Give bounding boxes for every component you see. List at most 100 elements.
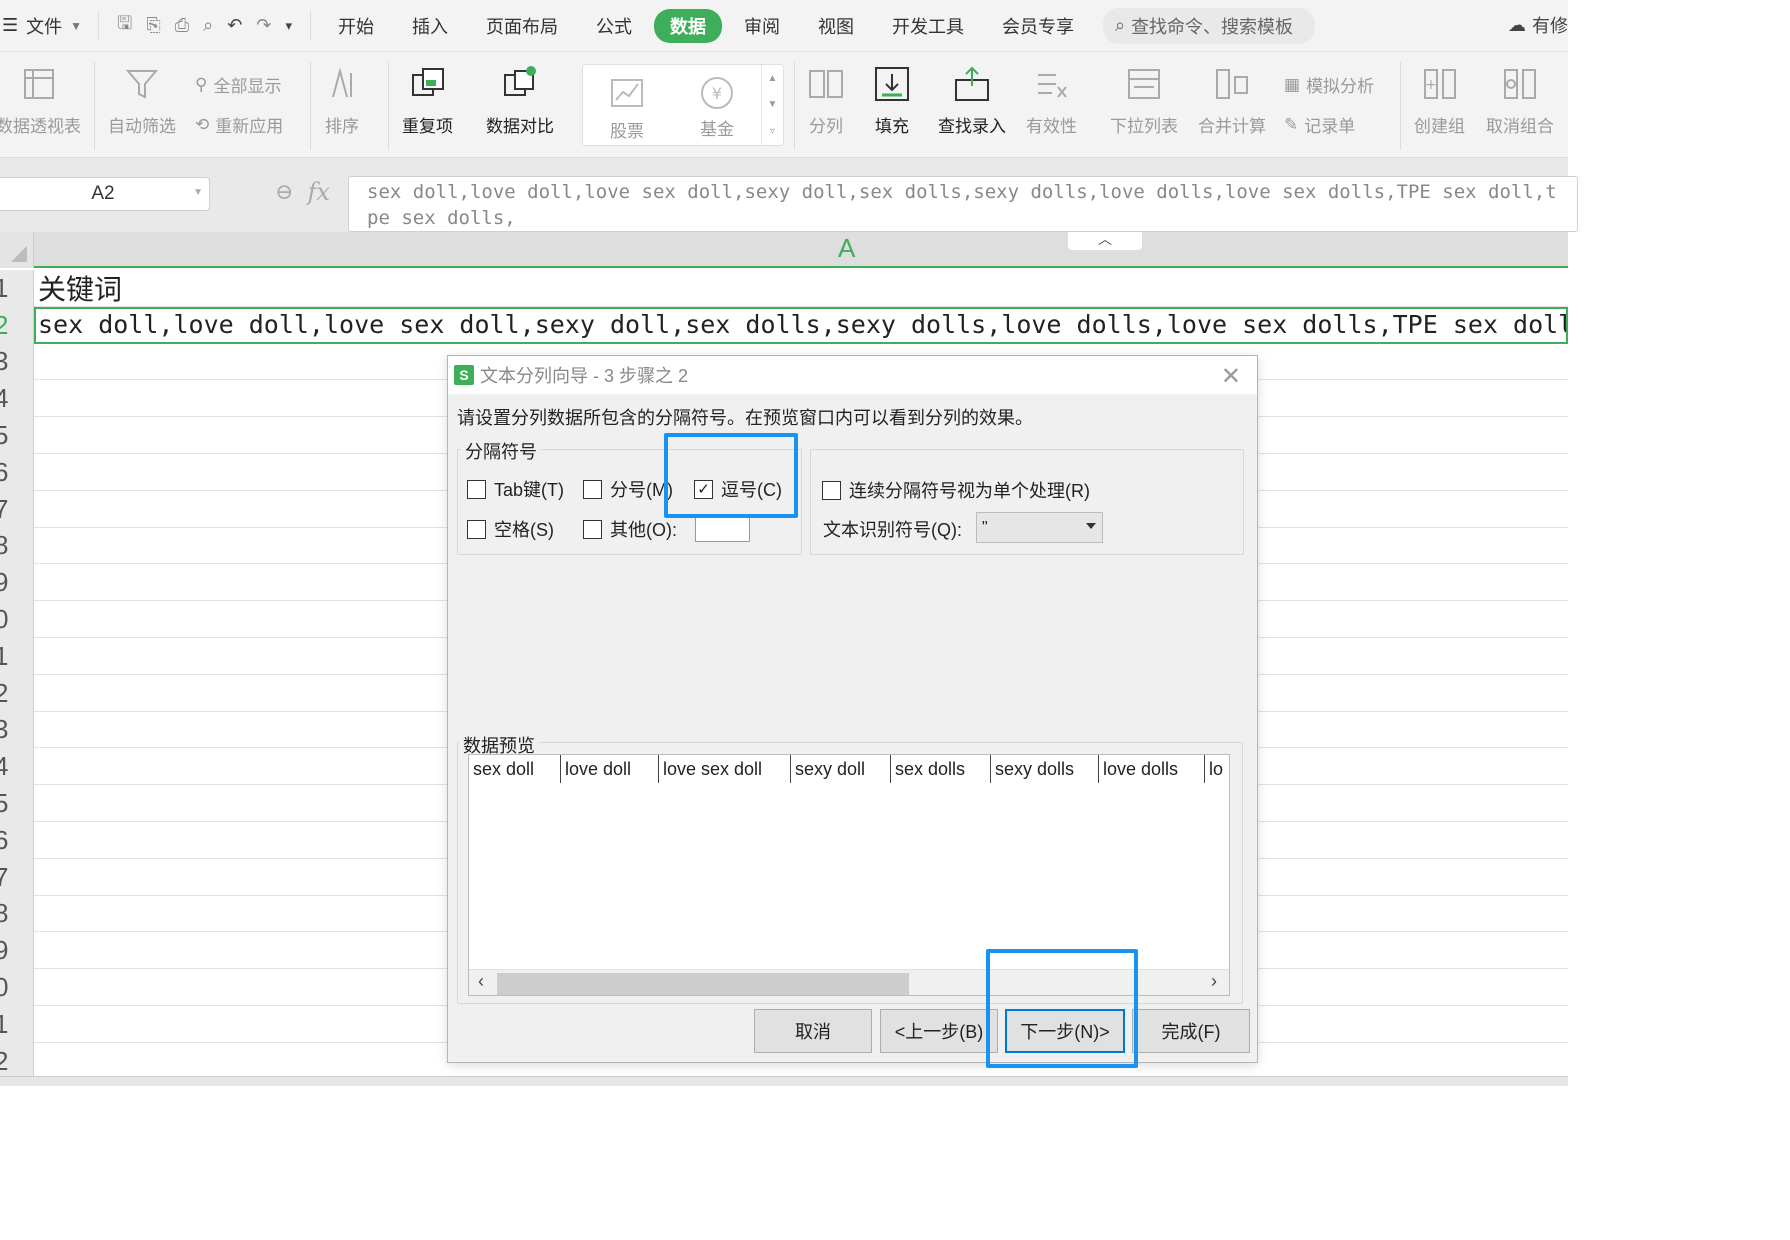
scroll-down-icon[interactable]: ▼ (768, 99, 778, 110)
row-header[interactable]: 8 (0, 896, 33, 933)
next-button[interactable]: 下一步(N)> (1005, 1009, 1125, 1053)
expand-gallery-icon[interactable]: ▿ (770, 126, 775, 137)
tab-insert[interactable]: 插入 (396, 9, 464, 43)
consecutive-checkbox[interactable]: 连续分隔符号视为单个处理(R) (822, 477, 1090, 503)
cancel-button[interactable]: 取消 (754, 1009, 872, 1053)
create-group-button[interactable]: + 创建组 (1414, 64, 1465, 137)
row-header[interactable]: 1 (0, 1006, 33, 1043)
row-header[interactable]: 7 (0, 859, 33, 896)
tab-view[interactable]: 视图 (802, 9, 870, 43)
tab-page-layout[interactable]: 页面布局 (470, 9, 574, 43)
name-box-dropdown-icon[interactable]: ▼ (193, 187, 203, 198)
file-menu[interactable]: ☰ 文件 ▼ (0, 13, 98, 39)
customize-icon[interactable]: ▾ (285, 18, 292, 34)
row-header[interactable]: 1 (0, 270, 33, 307)
tab-member[interactable]: 会员专享 (986, 9, 1090, 43)
save-icon[interactable]: 🖫 (117, 11, 132, 41)
cell-a2[interactable]: sex doll,love doll,love sex doll,sexy do… (34, 306, 1568, 344)
sort-button[interactable]: 排序 (322, 64, 362, 137)
data-compare-button[interactable]: 数据对比 (486, 64, 554, 137)
collapse-ribbon-tab[interactable]: ︿ (1068, 232, 1142, 250)
autofilter-button[interactable]: 自动筛选 (108, 64, 176, 137)
row-header[interactable]: 2 (0, 675, 33, 712)
tab-data[interactable]: 数据 (653, 8, 722, 43)
row-header[interactable]: 4 (0, 380, 33, 417)
other-checkbox[interactable]: 其他(O): (583, 516, 677, 542)
row-header[interactable]: 3 (0, 344, 33, 381)
tab-review[interactable]: 审阅 (728, 9, 796, 43)
close-icon[interactable]: ✕ (1221, 362, 1241, 391)
fill-button[interactable]: 填充 (872, 64, 912, 137)
dialog-description: 请设置分列数据所包含的分隔符号。在预览窗口内可以看到分列的效果。 (457, 408, 1033, 428)
formula-input[interactable]: sex doll,love doll,love sex doll,sexy do… (348, 176, 1578, 232)
tab-checkbox[interactable]: Tab键(T) (467, 476, 564, 502)
row-header[interactable]: 1 (0, 638, 33, 675)
duplicates-button[interactable]: 重复项 (402, 64, 453, 137)
gallery-scroller[interactable]: ▲ ▼ ▿ (761, 65, 783, 145)
preview-cell: lo (1209, 759, 1224, 779)
row-header[interactable]: 4 (0, 748, 33, 785)
comma-checkbox[interactable]: ✓ 逗号(C) (694, 476, 782, 502)
row-header[interactable]: 2 (0, 307, 33, 344)
finish-button[interactable]: 完成(F) (1132, 1009, 1250, 1053)
find-entry-button[interactable]: 查找录入 (938, 64, 1006, 137)
account-area[interactable]: ☁ 有修 (1508, 12, 1568, 38)
preview-cell: love doll (561, 755, 659, 783)
fx-icon[interactable]: fx (307, 178, 329, 206)
row-header[interactable]: 9 (0, 932, 33, 969)
row-header[interactable]: 6 (0, 454, 33, 491)
select-all-corner[interactable] (0, 232, 34, 268)
tab-developer[interactable]: 开发工具 (876, 9, 980, 43)
split-column-icon (806, 64, 846, 104)
space-checkbox[interactable]: 空格(S) (467, 516, 554, 542)
fund-label: 基金 (700, 120, 734, 139)
scroll-up-icon[interactable]: ▲ (768, 73, 778, 84)
row-header[interactable]: 3 (0, 712, 33, 749)
validity-label: 有效性 (1026, 117, 1077, 136)
fund-button[interactable]: ¥ 基金 (697, 73, 737, 140)
ungroup-button[interactable]: 取消组合 (1486, 64, 1554, 137)
scroll-right-icon[interactable]: › (1211, 971, 1217, 992)
reapply-button[interactable]: ⟲ 重新应用 (195, 112, 283, 137)
row-header[interactable]: 7 (0, 491, 33, 528)
data-preview[interactable]: sex doll love doll love sex doll sexy do… (468, 754, 1230, 996)
name-box[interactable]: A2 ▼ (0, 177, 210, 211)
funnel-icon (122, 64, 162, 104)
zoom-icon[interactable]: ⊖ (275, 180, 293, 205)
consolidate-button[interactable]: 合并计算 (1198, 64, 1266, 137)
row-header[interactable]: 0 (0, 601, 33, 638)
validity-button[interactable]: 有效性 (1026, 64, 1077, 137)
other-delimiter-input[interactable] (695, 514, 750, 542)
redo-icon[interactable]: ↷ (256, 15, 271, 36)
record-form-button[interactable]: ✎ 记录单 (1284, 112, 1355, 137)
undo-icon[interactable]: ↶ (227, 15, 242, 36)
command-search[interactable]: ⌕ 查找命令、搜索模板 (1102, 7, 1315, 44)
row-header[interactable]: 9 (0, 564, 33, 601)
print-icon[interactable]: ⎙ (175, 15, 189, 36)
format-painter-icon[interactable]: ⎘ (146, 15, 160, 36)
tab-formulas[interactable]: 公式 (580, 9, 648, 43)
row-header[interactable]: 0 (0, 969, 33, 1006)
row-header[interactable]: 2 (0, 1043, 33, 1080)
print-preview-icon[interactable]: ⌕ (203, 15, 213, 36)
semicolon-checkbox[interactable]: 分号(M) (583, 476, 673, 502)
dropdown-list-button[interactable]: 下拉列表 (1110, 64, 1178, 137)
split-column-button[interactable]: 分列 (806, 64, 846, 137)
row-header[interactable]: 5 (0, 417, 33, 454)
text-qualifier-select[interactable]: " (976, 512, 1103, 543)
cell-a1[interactable]: 关键词 (34, 270, 1568, 307)
preview-horizontal-scrollbar[interactable]: ‹ › (469, 969, 1229, 995)
tab-home[interactable]: 开始 (322, 9, 390, 43)
row-header[interactable]: 6 (0, 822, 33, 859)
pivot-table-button[interactable]: 数据透视表 (0, 64, 81, 137)
column-header-a[interactable]: A (838, 233, 855, 264)
tab-checkbox-box (467, 479, 486, 499)
simulate-analysis-button[interactable]: ▦ 模拟分析 (1284, 72, 1374, 97)
row-header[interactable]: 5 (0, 785, 33, 822)
scrollbar-thumb[interactable] (497, 973, 909, 995)
scroll-left-icon[interactable]: ‹ (478, 971, 484, 992)
back-button[interactable]: <上一步(B) (880, 1009, 998, 1053)
row-header[interactable]: 8 (0, 528, 33, 565)
show-all-button[interactable]: ⚲ 全部显示 (195, 72, 281, 97)
stock-button[interactable]: 股票 (607, 73, 647, 142)
